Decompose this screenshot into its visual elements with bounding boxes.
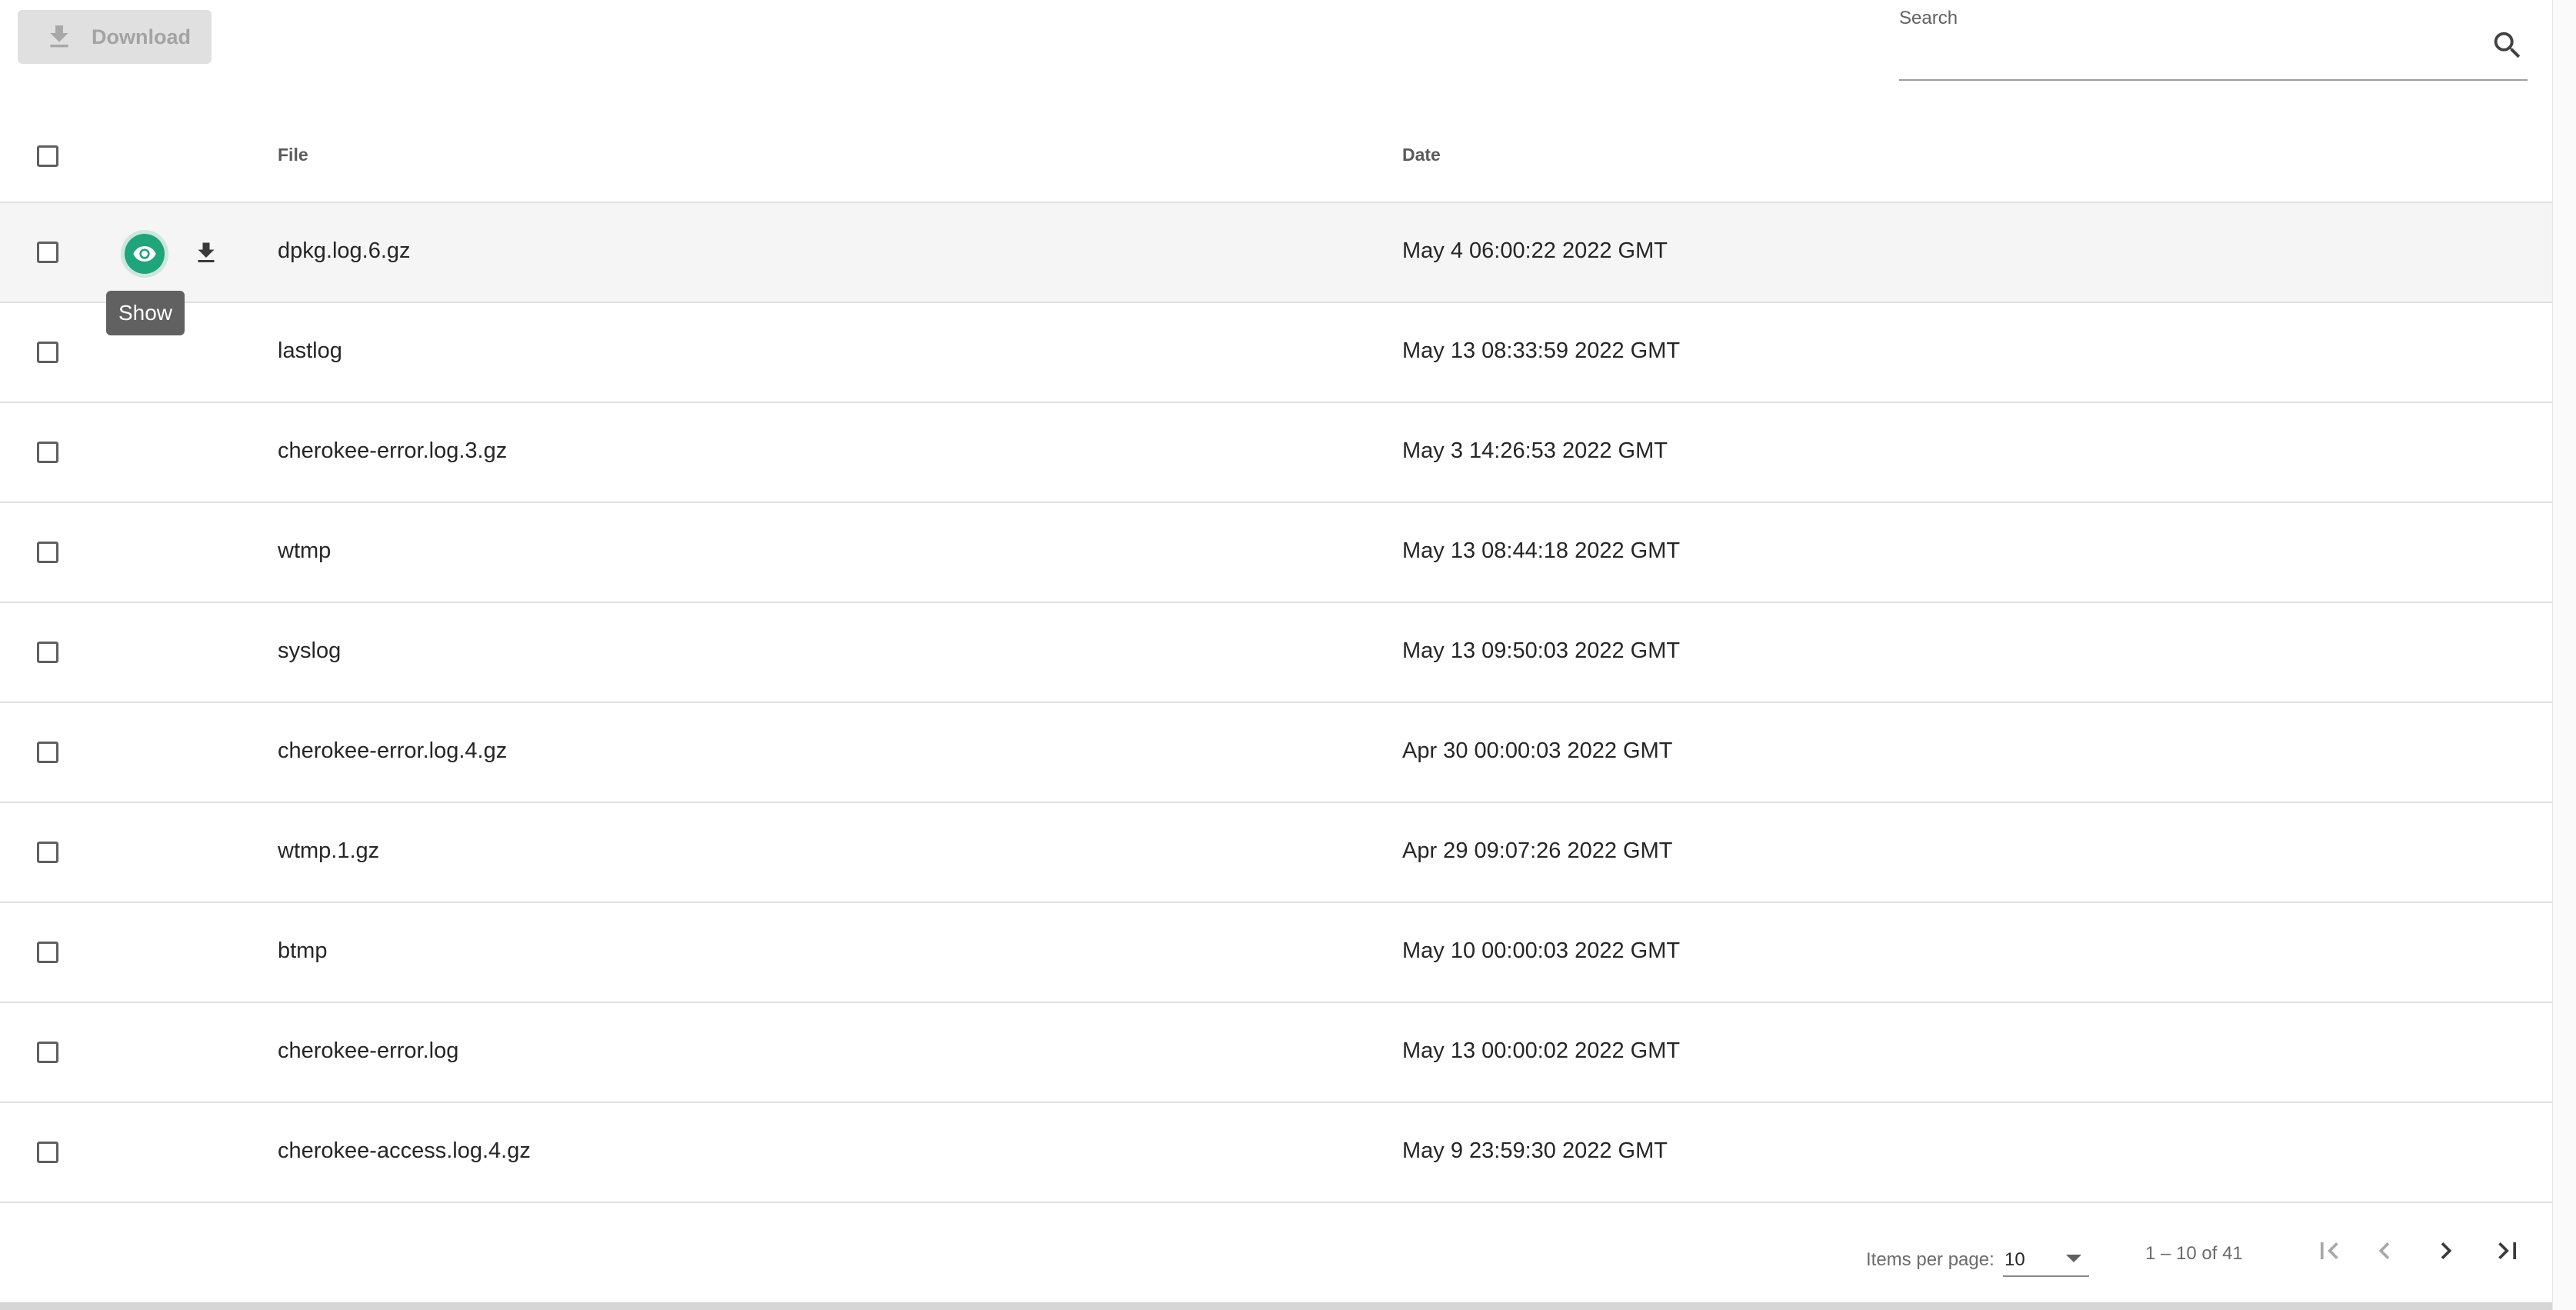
page-range-label: 1 – 10 of 41 [2145, 1243, 2243, 1264]
download-button[interactable]: Download [18, 10, 212, 64]
download-icon [198, 242, 215, 262]
next-page-icon [2441, 1242, 2452, 1259]
file-date: May 9 23:59:30 2022 GMT [1402, 1138, 1668, 1163]
download-icon [50, 25, 68, 48]
first-page-button[interactable] [2308, 1229, 2351, 1272]
previous-page-button[interactable] [2363, 1229, 2406, 1272]
table-row[interactable]: syslog May 13 09:50:03 2022 GMT [0, 603, 2552, 703]
show-tooltip: Show [106, 291, 185, 335]
row-checkbox[interactable] [37, 1142, 58, 1163]
file-date: May 13 08:44:18 2022 GMT [1402, 538, 1681, 563]
eye-icon [133, 246, 156, 262]
file-date: May 13 08:33:59 2022 GMT [1402, 338, 1681, 363]
file-date: May 10 00:00:03 2022 GMT [1402, 938, 1681, 963]
paginator: Items per page: 10 1 – 10 of 41 [0, 1208, 2552, 1300]
previous-page-icon [2378, 1242, 2390, 1259]
search-input[interactable] [1899, 35, 2487, 75]
items-per-page-select[interactable]: 10 [2003, 1240, 2089, 1277]
file-name: cherokee-error.log.3.gz [278, 438, 508, 463]
file-date: May 4 06:00:22 2022 GMT [1402, 238, 1668, 263]
row-checkbox[interactable] [37, 342, 58, 363]
row-checkbox[interactable] [37, 842, 58, 863]
file-name: cherokee-error.log [278, 1038, 459, 1063]
file-name: cherokee-access.log.4.gz [278, 1138, 531, 1163]
file-name: cherokee-error.log.4.gz [278, 738, 508, 763]
row-checkbox[interactable] [37, 242, 58, 263]
chevron-down-icon [2066, 1255, 2081, 1262]
search-label: Search [1899, 8, 1958, 28]
table-row[interactable]: cherokee-error.log May 13 00:00:02 2022 … [0, 1003, 2552, 1103]
select-all-checkbox[interactable] [37, 145, 58, 167]
table-header: File Date [0, 111, 2552, 203]
file-table: File Date dpkg.log.6.gz May 4 06:00:22 2… [0, 111, 2552, 1203]
bottom-divider [0, 1302, 2552, 1310]
items-per-page-value: 10 [2004, 1249, 2025, 1270]
next-page-button[interactable] [2424, 1229, 2468, 1272]
file-name: wtmp [278, 538, 332, 563]
row-download-button[interactable] [190, 237, 222, 269]
first-page-icon [2321, 1242, 2338, 1259]
table-row[interactable]: btmp May 10 00:00:03 2022 GMT [0, 903, 2552, 1003]
file-date: Apr 30 00:00:03 2022 GMT [1402, 738, 1673, 763]
table-row[interactable]: dpkg.log.6.gz May 4 06:00:22 2022 GMT [0, 203, 2552, 303]
row-checkbox[interactable] [37, 542, 58, 563]
last-page-icon [2498, 1242, 2516, 1259]
download-button-label: Download [92, 25, 191, 48]
file-name: lastlog [278, 338, 342, 363]
select-underline [2003, 1275, 2089, 1277]
last-page-button[interactable] [2486, 1229, 2529, 1272]
file-name: btmp [278, 938, 328, 963]
file-name: dpkg.log.6.gz [278, 238, 411, 263]
row-checkbox[interactable] [37, 1042, 58, 1063]
file-date: Apr 29 09:07:26 2022 GMT [1402, 838, 1673, 863]
search-icon[interactable] [2490, 28, 2525, 63]
file-date: May 13 09:50:03 2022 GMT [1402, 638, 1681, 663]
table-row[interactable]: wtmp May 13 08:44:18 2022 GMT [0, 503, 2552, 603]
table-row[interactable]: lastlog May 13 08:33:59 2022 GMT [0, 303, 2552, 403]
page: Download Search File Date dpkg.log.6.gz … [0, 0, 2576, 1310]
table-row[interactable]: wtmp.1.gz Apr 29 09:07:26 2022 GMT [0, 803, 2552, 903]
file-name: wtmp.1.gz [278, 838, 380, 863]
table-row[interactable]: cherokee-access.log.4.gz May 9 23:59:30 … [0, 1103, 2552, 1203]
row-checkbox[interactable] [37, 742, 58, 763]
file-list-panel: Download Search File Date dpkg.log.6.gz … [0, 0, 2552, 1302]
file-date: May 3 14:26:53 2022 GMT [1402, 438, 1668, 463]
row-checkbox[interactable] [37, 642, 58, 663]
column-header-date[interactable]: Date [1402, 145, 1441, 165]
file-date: May 13 00:00:02 2022 GMT [1402, 1038, 1681, 1063]
row-checkbox[interactable] [37, 942, 58, 963]
scrollbar-track[interactable] [2552, 0, 2576, 1310]
column-header-file[interactable]: File [278, 145, 308, 165]
search-underline [1899, 79, 2528, 81]
items-per-page-label: Items per page: [1866, 1249, 1994, 1270]
show-button[interactable] [125, 234, 165, 274]
file-name: syslog [278, 638, 342, 663]
search-field[interactable]: Search [1899, 0, 2528, 82]
table-row[interactable]: cherokee-error.log.4.gz Apr 30 00:00:03 … [0, 703, 2552, 803]
row-checkbox[interactable] [37, 442, 58, 463]
table-row[interactable]: cherokee-error.log.3.gz May 3 14:26:53 2… [0, 403, 2552, 503]
